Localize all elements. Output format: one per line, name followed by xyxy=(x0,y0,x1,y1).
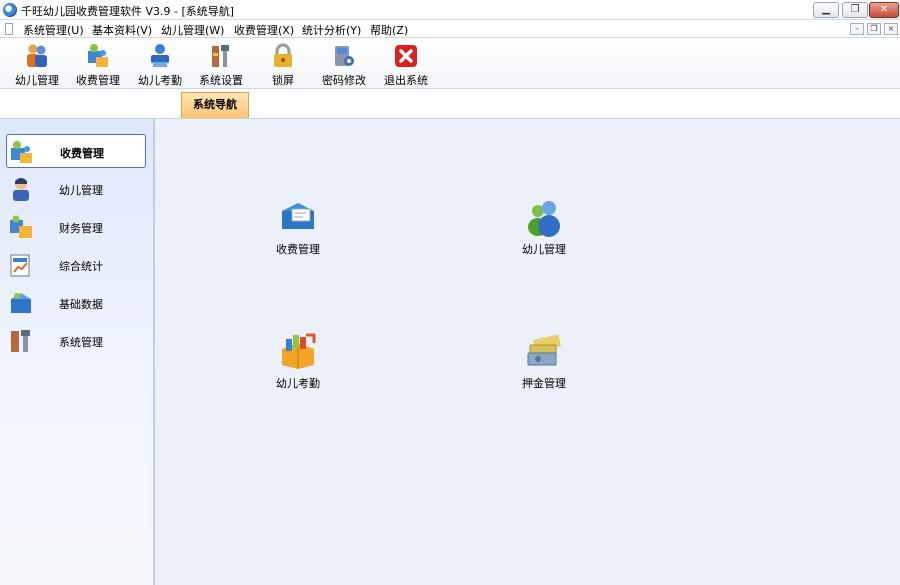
restore-button[interactable]: ❐ xyxy=(842,2,868,18)
children-icon xyxy=(27,44,47,67)
close-button[interactable]: ✕ xyxy=(869,2,899,18)
nav-tile-deposit[interactable]: 押金管理 xyxy=(504,331,584,393)
fee-mailbox-icon xyxy=(282,203,314,229)
menu-bar: 系统管理(U) 基本资料(V) 幼儿管理(W) 收费管理(X) 统计分析(Y) … xyxy=(0,20,900,38)
toolbar-lock-button[interactable]: 锁屏 xyxy=(253,40,313,88)
attendance-box-icon xyxy=(282,333,316,369)
nav-tile-label: 收费管理 xyxy=(276,243,320,256)
menu-children[interactable]: 幼儿管理(W) xyxy=(161,22,224,38)
sidebar: 收费管理 幼儿管理 财务管理 综合统计 基础数据 系统管理 xyxy=(0,118,155,585)
nav-tile-attendance[interactable]: 幼儿考勤 xyxy=(258,331,338,393)
sidebar-item-statistics[interactable]: 综合统计 xyxy=(6,248,146,282)
system-icon xyxy=(11,330,30,352)
child-icon xyxy=(13,178,29,201)
menu-system[interactable]: 系统管理(U) xyxy=(23,22,84,38)
settings-icon xyxy=(212,45,229,67)
sidebar-item-children[interactable]: 幼儿管理 xyxy=(6,172,146,206)
toolbar-attendance-button[interactable]: 幼儿考勤 xyxy=(130,40,190,88)
attendance-icon xyxy=(151,44,169,67)
menu-basic-data[interactable]: 基本资料(V) xyxy=(92,22,152,38)
sidebar-item-label: 财务管理 xyxy=(59,222,103,235)
toolbar-children-button[interactable]: 幼儿管理 xyxy=(7,40,67,88)
minimize-button[interactable]: ▁ xyxy=(813,2,839,18)
nav-tile-fee[interactable]: 收费管理 xyxy=(258,197,338,259)
toolbar-settings-button[interactable]: 系统设置 xyxy=(191,40,251,88)
toolbar-label: 密码修改 xyxy=(322,74,366,87)
deposit-icon xyxy=(527,334,561,366)
menu-statistics[interactable]: 统计分析(Y) xyxy=(302,22,361,38)
mdi-close-button[interactable]: × xyxy=(884,23,898,35)
sidebar-item-system[interactable]: 系统管理 xyxy=(6,324,146,358)
toolbar-label: 锁屏 xyxy=(272,74,294,87)
sidebar-item-label: 收费管理 xyxy=(60,147,104,160)
menu-fees[interactable]: 收费管理(X) xyxy=(234,22,294,38)
app-logo-icon xyxy=(3,3,17,17)
toolbar: 幼儿管理 收费管理 幼儿考勤 系统设置 锁屏 密码修改 退出系统 xyxy=(0,38,900,89)
sidebar-item-finance[interactable]: 财务管理 xyxy=(6,210,146,244)
sidebar-item-label: 系统管理 xyxy=(59,336,103,349)
toolbar-fee-button[interactable]: 收费管理 xyxy=(68,40,128,88)
toolbar-label: 幼儿考勤 xyxy=(138,74,182,87)
menu-help[interactable]: 帮助(Z) xyxy=(370,22,408,38)
users-icon xyxy=(528,201,560,237)
nav-tile-label: 押金管理 xyxy=(522,377,566,390)
nav-tile-children[interactable]: 幼儿管理 xyxy=(504,197,584,259)
mdi-minimize-button[interactable]: – xyxy=(850,23,864,35)
finance-icon xyxy=(10,215,32,238)
toolbar-label: 幼儿管理 xyxy=(15,74,59,87)
statistics-icon xyxy=(10,254,30,277)
toolbar-label: 退出系统 xyxy=(384,74,428,87)
exit-icon xyxy=(395,45,417,67)
title-bar: 千旺幼儿园收费管理软件 V3.9 - [系统导航] ▁ ❐ ✕ xyxy=(0,0,900,20)
basic-data-icon xyxy=(11,293,31,313)
toolbar-exit-button[interactable]: 退出系统 xyxy=(376,40,436,88)
navigation-panel: 收费管理 幼儿管理 幼儿考勤 押金管理 xyxy=(155,118,900,585)
password-icon xyxy=(335,46,354,66)
fee-icon xyxy=(88,44,108,67)
nav-tile-label: 幼儿考勤 xyxy=(276,377,320,390)
sidebar-item-fee[interactable]: 收费管理 xyxy=(6,134,146,168)
sidebar-item-label: 幼儿管理 xyxy=(59,184,103,197)
tab-system-navigation[interactable]: 系统导航 xyxy=(181,92,249,118)
sidebar-item-basic-data[interactable]: 基础数据 xyxy=(6,286,146,320)
toolbar-label: 收费管理 xyxy=(76,74,120,87)
lock-icon xyxy=(274,43,292,67)
menu-grip-icon xyxy=(5,23,13,35)
sidebar-item-label: 综合统计 xyxy=(59,260,103,273)
toolbar-password-button[interactable]: 密码修改 xyxy=(314,40,374,88)
window-title: 千旺幼儿园收费管理软件 V3.9 - [系统导航] xyxy=(21,5,235,18)
tab-strip: 系统导航 xyxy=(0,89,900,118)
sidebar-item-label: 基础数据 xyxy=(59,298,103,311)
mdi-restore-button[interactable]: ❐ xyxy=(867,23,881,35)
nav-tile-label: 幼儿管理 xyxy=(522,243,566,256)
fee-icon xyxy=(11,141,32,163)
toolbar-label: 系统设置 xyxy=(199,74,243,87)
